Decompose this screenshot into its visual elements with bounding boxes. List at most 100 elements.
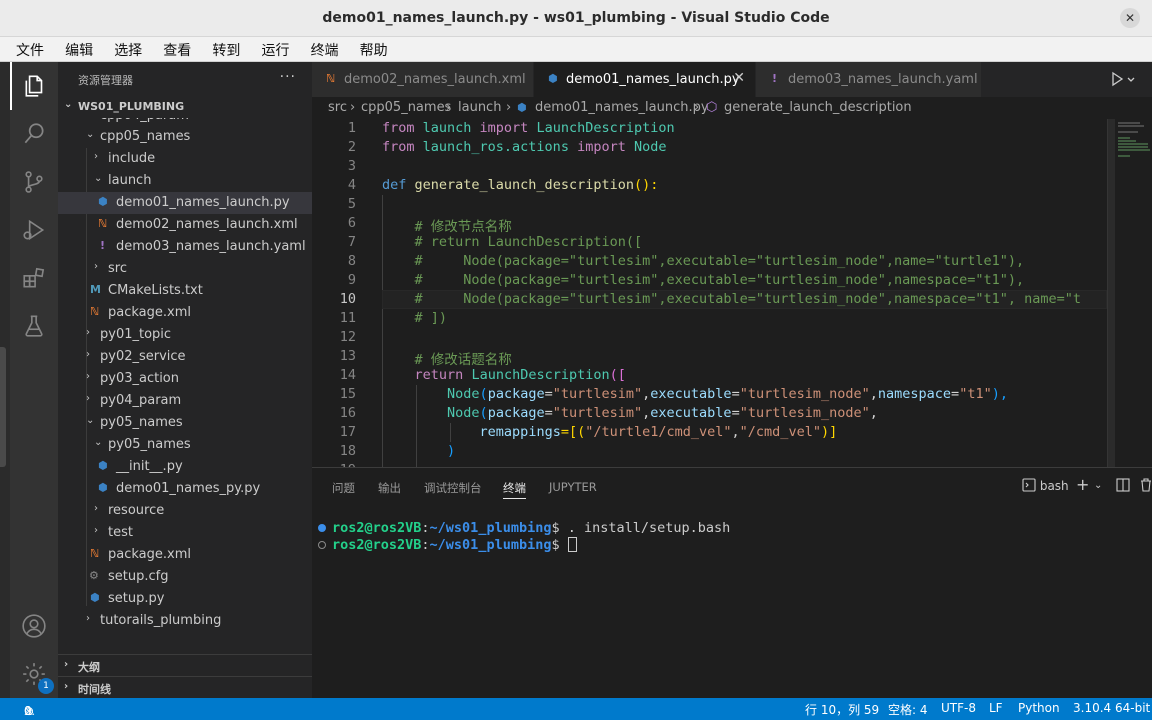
tree-folder-test[interactable]: › test [58, 522, 312, 544]
tree-file-package-xml[interactable]: ℕpackage.xml [58, 302, 312, 324]
breadcrumb-item[interactable]: cpp05_names [361, 100, 451, 115]
close-tab-icon[interactable]: ✕ [733, 70, 745, 86]
code-line-current: 10 # Node(package="turtlesim",executable… [312, 290, 1107, 309]
tree-folder-py05-names-inner[interactable]: ⌄ py05_names [58, 434, 312, 456]
command-pending-dot [318, 541, 326, 549]
menu-terminal[interactable]: 终端 [311, 37, 339, 60]
breadcrumb: src › cpp05_names › launch › ⬢ demo01_na… [312, 97, 1152, 119]
tree-folder-py05-names[interactable]: ⌄ py05_names [58, 412, 312, 434]
menu-go[interactable]: 转到 [212, 37, 240, 60]
encoding-status[interactable]: UTF-8 [941, 701, 976, 715]
chevron-right-icon: › [94, 503, 98, 514]
code-line: 3 [347, 158, 356, 174]
tree-file-setup-cfg[interactable]: ⚙ setup.cfg [58, 566, 312, 588]
tree-file-demo01-names-py[interactable]: ⬢ demo01_names_py.py [58, 478, 312, 500]
extensions-icon[interactable] [10, 254, 58, 302]
tab-demo02-names-launch-xml[interactable]: ℕ demo02_names_launch.xml [312, 62, 534, 97]
tree-folder-py03-action[interactable]: › py03_action [58, 368, 312, 390]
tree-file-setup-py[interactable]: ⬢ setup.py [58, 588, 312, 610]
explorer-sidebar: 资源管理器 ··· ⌄ WS01_PLUMBING cpp04_param ⌄c… [58, 62, 312, 698]
yaml-file-icon: ! [772, 72, 778, 85]
settings-badge: 1 [38, 678, 54, 694]
explorer-title: 资源管理器 [78, 74, 133, 87]
tree-folder-src[interactable]: › src [58, 258, 312, 280]
tree-folder-py02-service[interactable]: › py02_service [58, 346, 312, 368]
workspace-header[interactable]: ⌄ WS01_PLUMBING [58, 96, 312, 118]
terminal-icon [1022, 478, 1036, 492]
run-debug-icon[interactable] [10, 206, 58, 254]
tree-folder-cpp05-names[interactable]: ⌄ cpp05_names [58, 126, 312, 148]
window-close-button[interactable]: ✕ [1120, 8, 1140, 28]
command-success-dot [318, 524, 326, 532]
settings-gear-icon[interactable]: 1 [10, 650, 58, 698]
chevron-right-icon: › [86, 613, 90, 624]
code-line: 9 # Node(package="turtlesim",executable=… [347, 272, 1025, 288]
code-line: 7 # return LaunchDescription([ [347, 234, 643, 250]
tree-item-clipped[interactable]: cpp04_param [58, 118, 312, 126]
breadcrumb-item[interactable]: launch [458, 100, 501, 115]
editor-scrollbar[interactable] [1107, 119, 1115, 467]
tree-file-cmakelists[interactable]: M CMakeLists.txt [58, 280, 312, 302]
testing-icon[interactable] [10, 302, 58, 350]
split-terminal-icon[interactable] [1116, 478, 1130, 495]
eol-status[interactable]: LF [989, 701, 1003, 715]
menu-view[interactable]: 查看 [163, 37, 191, 60]
kill-terminal-icon[interactable] [1140, 478, 1152, 495]
menu-run[interactable]: 运行 [261, 37, 289, 60]
menu-selection[interactable]: 选择 [114, 37, 142, 60]
xml-file-icon: ℕ [90, 547, 100, 560]
tab-problems[interactable]: 问题 [332, 480, 355, 496]
tab-terminal[interactable]: 终端 [503, 480, 526, 499]
tree-file-package-xml-py[interactable]: ℕpackage.xml [58, 544, 312, 566]
explorer-icon[interactable] [10, 62, 58, 110]
tab-debug-console[interactable]: 调试控制台 [424, 480, 482, 496]
shell-name: bash [1039, 479, 1069, 493]
tab-demo03-names-launch-yaml[interactable]: ! demo03_names_launch.yaml [756, 62, 982, 97]
source-control-icon[interactable] [10, 158, 58, 206]
menu-help[interactable]: 帮助 [360, 37, 388, 60]
tab-output[interactable]: 输出 [378, 480, 401, 496]
outline-section[interactable]: › 大纲 [58, 654, 312, 676]
python-interpreter[interactable]: 3.10.4 64-bit [1073, 701, 1150, 715]
code-editor[interactable]: 1 from launch import LaunchDescription 2f… [312, 119, 1107, 467]
tree-folder-tutorails-plumbing[interactable]: › tutorails_plumbing [58, 610, 312, 632]
tree-folder-launch[interactable]: ⌄ launch [58, 170, 312, 192]
tree-file-demo01-names-launch-py[interactable]: ⬢ demo01_names_launch.py [58, 192, 312, 214]
tree-file-init-py[interactable]: ⬢ __init__.py [58, 456, 312, 478]
tree-folder-include[interactable]: › include [58, 148, 312, 170]
terminal-output[interactable]: ros2@ros2VB:~/ws01_plumbing$ . install/s… [312, 520, 1152, 554]
timeline-section[interactable]: › 时间线 [58, 676, 312, 698]
new-terminal-button[interactable]: + [1076, 475, 1089, 494]
search-icon[interactable] [10, 110, 58, 158]
language-mode[interactable]: Python [1018, 701, 1060, 715]
tree-folder-resource[interactable]: › resource [58, 500, 312, 522]
code-line: 13 # 修改话题名称 [339, 348, 512, 368]
cursor-position[interactable]: 行 10，列 59 [805, 701, 879, 718]
play-icon [1112, 71, 1135, 87]
tab-demo01-names-launch-py[interactable]: ⬢ demo01_names_launch.py ✕ [534, 62, 756, 97]
indentation-status[interactable]: 空格: 4 [888, 701, 928, 718]
code-line: 8 # Node(package="turtlesim",executable=… [347, 253, 1025, 269]
run-python-file-button[interactable] [1110, 71, 1136, 91]
code-line: 17 remappings=[("/turtle1/cmd_vel","/cmd… [339, 424, 838, 440]
more-actions-icon[interactable]: ··· [280, 69, 296, 85]
chevron-down-icon: ⌄ [86, 129, 95, 140]
tree-folder-py01-topic[interactable]: › py01_topic [58, 324, 312, 346]
account-icon[interactable] [10, 602, 58, 650]
breadcrumb-item[interactable]: src [328, 100, 347, 115]
tree-file-demo03-names-launch-yaml[interactable]: ! demo03_names_launch.yaml [58, 236, 312, 258]
menu-edit[interactable]: 编辑 [65, 37, 93, 60]
activity-bar: 1 [10, 62, 58, 698]
menu-file[interactable]: 文件 [16, 37, 44, 60]
breadcrumb-item[interactable]: generate_launch_description [724, 100, 912, 115]
code-line: 16 Node(package="turtlesim",executable="… [339, 405, 878, 421]
chevron-right-icon: › [694, 100, 700, 115]
chevron-right-icon: › [94, 261, 98, 272]
tree-folder-py04-param[interactable]: › py04_param [58, 390, 312, 412]
tab-jupyter[interactable]: JUPYTER [549, 480, 597, 494]
chevron-down-icon[interactable]: ⌄ [1094, 480, 1102, 491]
breadcrumb-item[interactable]: demo01_names_launch.py [535, 100, 709, 115]
terminal-shell-selector[interactable]: bash [1022, 478, 1069, 493]
python-file-icon: ⬢ [98, 459, 108, 472]
tree-file-demo02-names-launch-xml[interactable]: ℕdemo02_names_launch.xml [58, 214, 312, 236]
